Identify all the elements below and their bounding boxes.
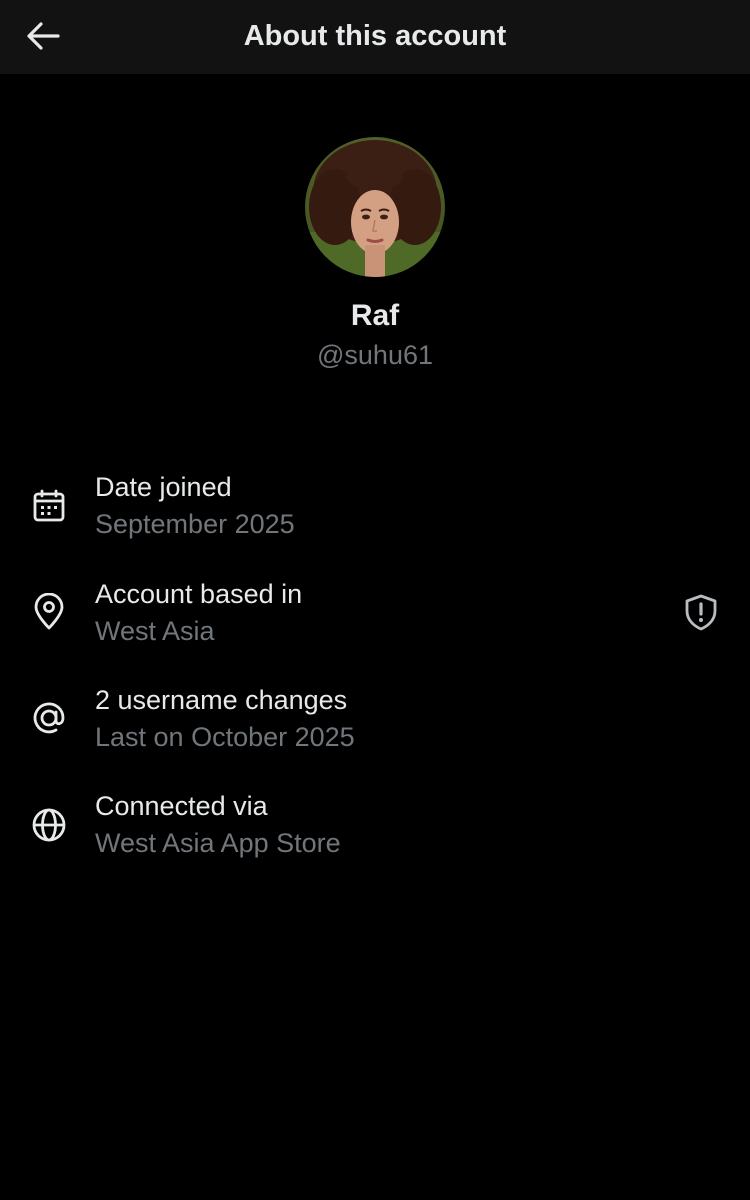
date-joined-row: Date joined September 2025	[0, 470, 750, 560]
display-name: Raf	[350, 299, 400, 332]
avatar[interactable]	[305, 137, 445, 277]
username-changes-label: 2 username changes	[95, 685, 348, 715]
account-based-in-row: Account based in West Asia	[0, 577, 750, 667]
username-changes-row: 2 username changes Last on October 2025	[0, 683, 750, 773]
username-handle: @suhu61	[317, 340, 433, 370]
shield-exclamation-icon[interactable]	[680, 591, 722, 633]
calendar-icon	[28, 485, 70, 527]
date-joined-label: Date joined	[95, 472, 232, 502]
account-based-in-value: West Asia	[95, 616, 215, 646]
username-changes-value: Last on October 2025	[95, 722, 355, 752]
at-sign-icon	[28, 697, 70, 739]
account-based-in-label: Account based in	[95, 579, 303, 609]
page-title: About this account	[243, 20, 507, 52]
top-bar: About this account	[0, 0, 750, 74]
connected-via-label: Connected via	[95, 791, 268, 821]
connected-via-value: West Asia App Store	[95, 828, 341, 858]
connected-via-row: Connected via West Asia App Store	[0, 789, 750, 879]
date-joined-value: September 2025	[95, 509, 295, 539]
globe-icon	[28, 804, 70, 846]
location-pin-icon	[28, 591, 70, 633]
